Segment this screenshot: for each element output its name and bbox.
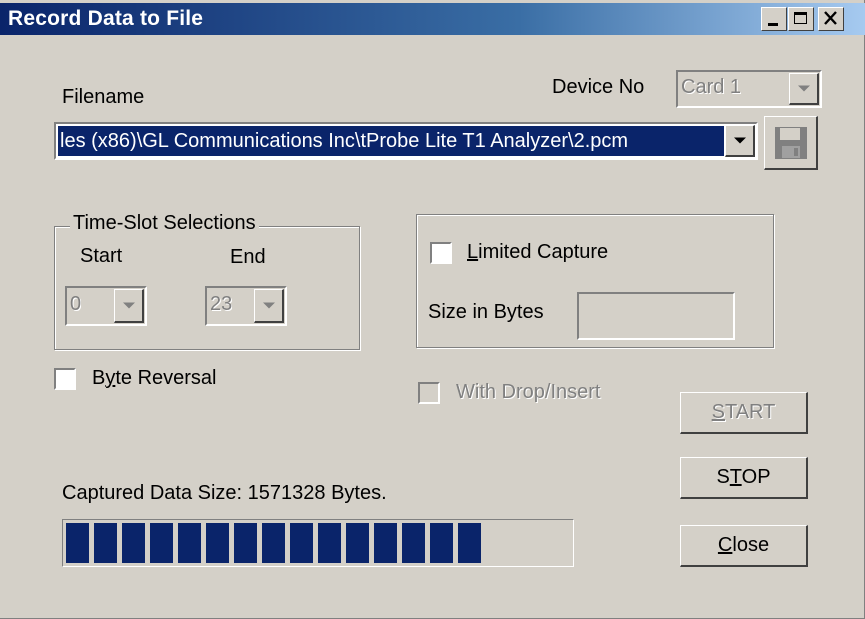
start-slot-value: 0 xyxy=(70,293,82,315)
filename-selection[interactable]: les (x86)\GL Communications Inc\tProbe L… xyxy=(58,126,724,156)
filename-dropdown-button[interactable] xyxy=(725,125,755,157)
device-dropdown-button[interactable] xyxy=(789,73,819,105)
start-label: Start xyxy=(80,245,123,267)
minimize-icon xyxy=(768,23,778,26)
limited-capture-label[interactable]: Limited Capture xyxy=(467,241,608,264)
end-slot-value: 23 xyxy=(210,293,233,315)
start-dropdown-button[interactable] xyxy=(114,289,144,323)
drop-insert-checkbox[interactable] xyxy=(418,382,440,404)
close-button[interactable]: Close xyxy=(680,525,808,567)
close-window-button[interactable] xyxy=(818,7,844,31)
byte-reversal-checkbox[interactable] xyxy=(54,368,76,390)
chevron-down-icon xyxy=(262,302,275,308)
device-no-combo[interactable]: Card 1 xyxy=(676,70,822,108)
start-button[interactable]: START xyxy=(680,392,808,434)
maximize-button[interactable] xyxy=(788,7,814,31)
timeslot-caption: Time-Slot Selections xyxy=(70,212,259,235)
progress-fill xyxy=(66,523,485,563)
end-dropdown-button[interactable] xyxy=(254,289,284,323)
filename-value: les (x86)\GL Communications Inc\tProbe L… xyxy=(60,130,629,152)
window-title: Record Data to File xyxy=(8,7,204,30)
chevron-down-icon xyxy=(122,302,135,308)
filename-combo[interactable]: les (x86)\GL Communications Inc\tProbe L… xyxy=(54,122,758,160)
start-slot-combo[interactable]: 0 xyxy=(65,286,147,326)
chevron-down-icon xyxy=(733,137,746,143)
progress-track xyxy=(66,523,570,563)
title-bar[interactable]: Record Data to File xyxy=(0,3,865,35)
end-label: End xyxy=(230,246,266,268)
record-data-dialog: Record Data to File Filename Device No C… xyxy=(0,0,865,619)
end-slot-combo[interactable]: 23 xyxy=(205,286,287,326)
capture-progress-bar xyxy=(62,519,574,567)
limited-capture-checkbox[interactable] xyxy=(430,242,452,264)
close-icon xyxy=(824,11,837,25)
byte-reversal-label[interactable]: Byte Reversal xyxy=(92,367,217,390)
save-file-button[interactable] xyxy=(764,116,818,170)
device-no-value: Card 1 xyxy=(681,76,742,98)
size-in-bytes-input[interactable] xyxy=(577,292,735,340)
maximize-icon xyxy=(794,12,807,24)
limited-capture-label-rest: imited Capture xyxy=(478,241,609,263)
minimize-button[interactable] xyxy=(761,7,787,31)
filename-label: Filename xyxy=(62,86,145,108)
floppy-disk-icon xyxy=(775,127,807,159)
captured-size-text: Captured Data Size: 1571328 Bytes. xyxy=(62,482,387,504)
chevron-down-icon xyxy=(797,85,810,91)
size-in-bytes-label: Size in Bytes xyxy=(428,301,544,323)
drop-insert-label: With Drop/Insert xyxy=(456,381,601,403)
device-no-label: Device No xyxy=(552,76,645,98)
stop-button[interactable]: STOP xyxy=(680,457,808,499)
